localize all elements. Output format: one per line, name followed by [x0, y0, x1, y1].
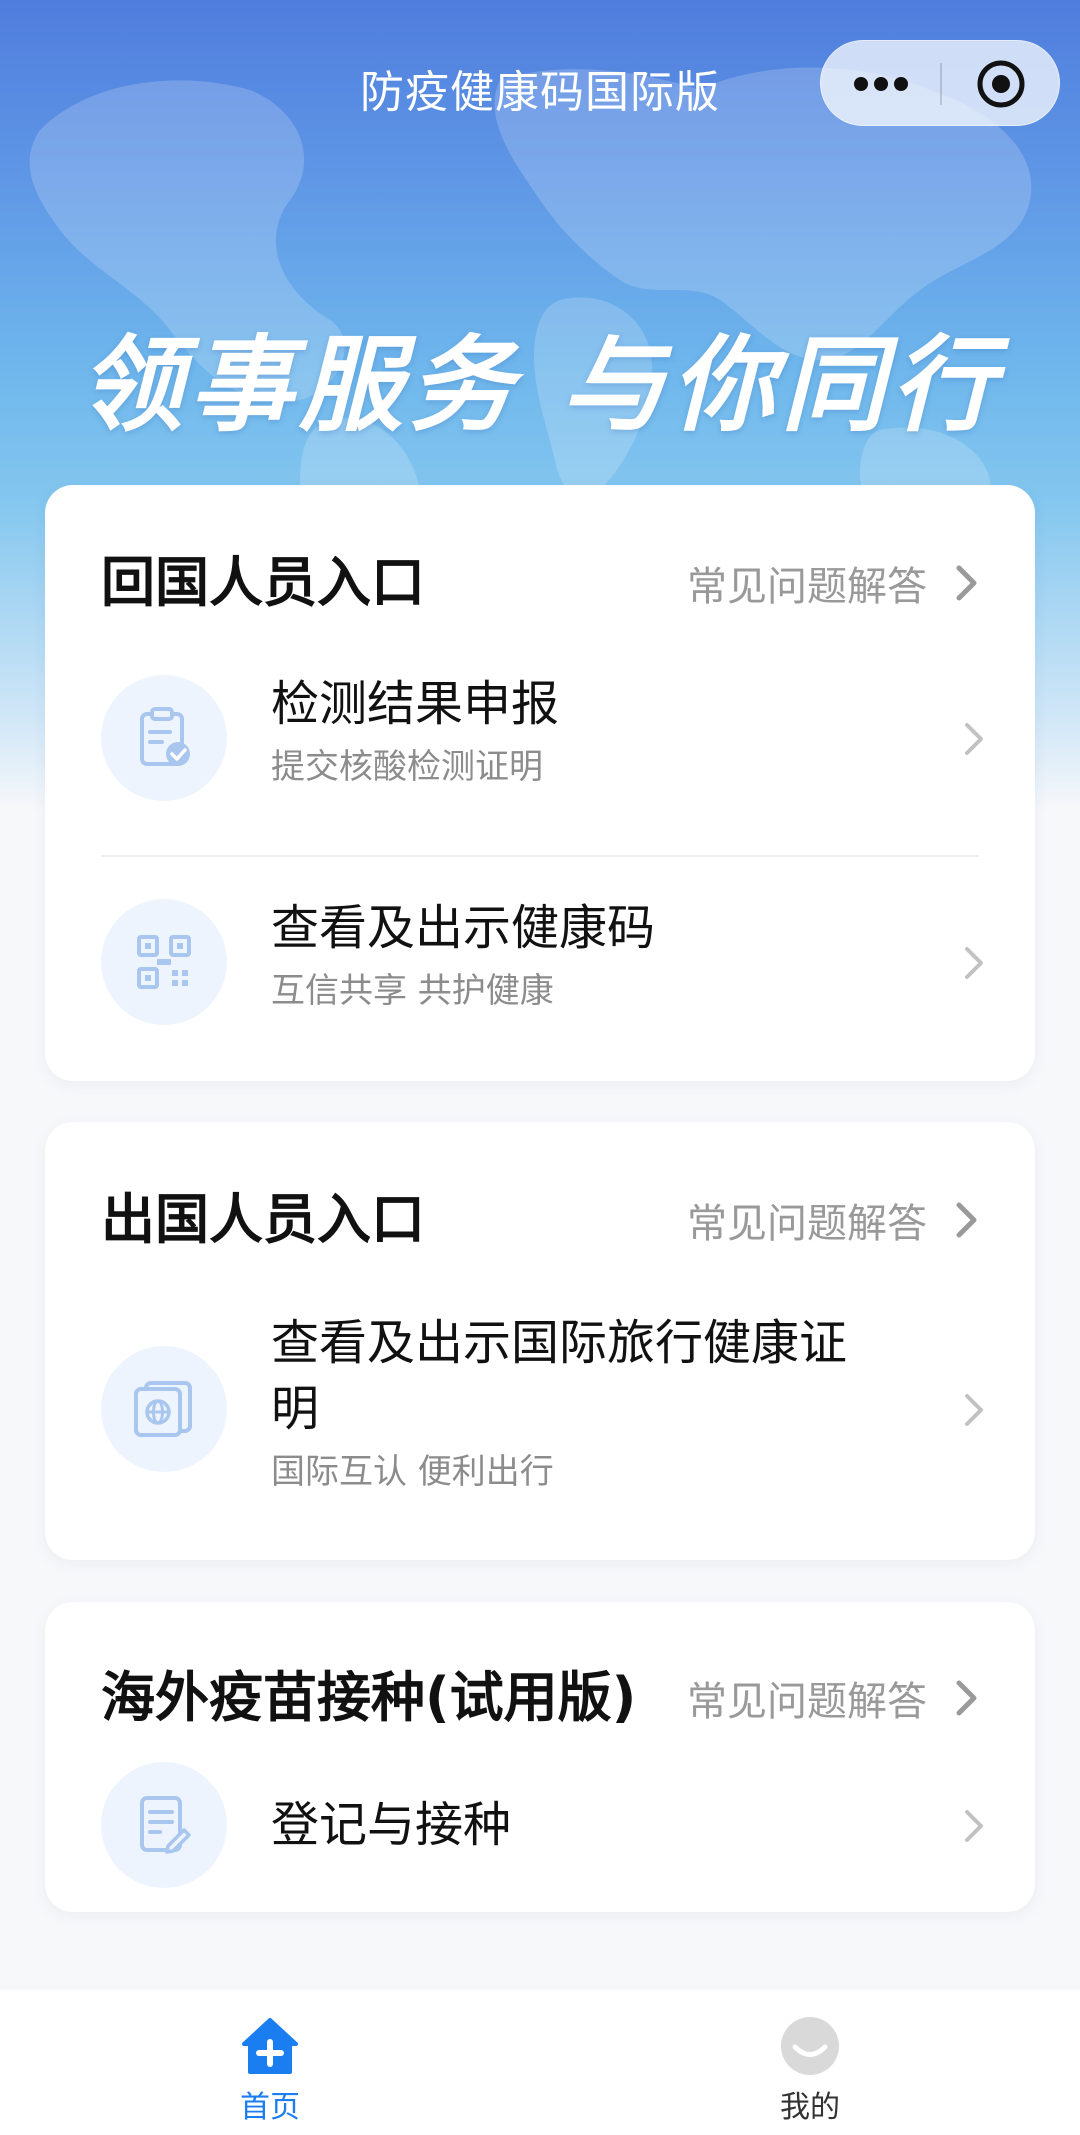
item-title: 登记与接种	[271, 1797, 512, 1853]
tab-label: 首页	[240, 2090, 300, 2125]
vaccination-card: 海外疫苗接种(试用版) 常见问题解答 登记与接种	[45, 1602, 1035, 1912]
tab-profile[interactable]: 我的	[540, 1990, 1080, 2135]
list-item-test-report[interactable]: 检测结果申报 提交核酸检测证明	[101, 673, 995, 803]
faq-label: 常见问题解答	[687, 1201, 927, 1247]
tab-home[interactable]: 首页	[0, 1990, 540, 2135]
list-item-register-vaccinate[interactable]: 登记与接种	[101, 1762, 995, 1892]
item-subtitle: 提交核酸检测证明	[271, 747, 543, 787]
chevron-right-icon	[965, 723, 983, 755]
chevron-right-icon	[956, 565, 977, 601]
qr-code-icon	[137, 935, 191, 989]
clipboard-check-icon	[140, 707, 190, 766]
section-title: 回国人员入口	[101, 551, 425, 614]
tab-bar: 首页 我的	[0, 1990, 1080, 2135]
icon-circle	[101, 675, 227, 801]
faq-link[interactable]: 常见问题解答	[687, 1180, 979, 1260]
icon-circle	[101, 899, 227, 1025]
close-miniapp-button[interactable]	[941, 41, 1061, 127]
passport-icon	[134, 1381, 192, 1437]
item-title: 查看及出示健康码	[271, 900, 656, 956]
item-title: 查看及出示国际旅行健康证 明	[271, 1312, 895, 1440]
register-doc-icon	[140, 1796, 191, 1854]
faq-link[interactable]: 常见问题解答	[687, 1658, 979, 1738]
home-icon	[242, 2018, 298, 2074]
list-item-health-code[interactable]: 查看及出示健康码 互信共享 共护健康	[101, 897, 995, 1027]
faq-link[interactable]: 常见问题解答	[687, 543, 979, 623]
list-item-travel-certificate[interactable]: 查看及出示国际旅行健康证 明 国际互认 便利出行	[101, 1312, 995, 1532]
return-entry-card: 回国人员入口 常见问题解答 检测结果申报 提交核酸检测证明 查看及出示健康码 互…	[45, 485, 1035, 1081]
more-dots-icon	[854, 77, 908, 91]
divider	[101, 855, 979, 857]
faq-label: 常见问题解答	[687, 1679, 927, 1725]
close-target-icon	[977, 60, 1025, 108]
chevron-right-icon	[956, 1202, 977, 1238]
tab-label: 我的	[780, 2090, 840, 2125]
profile-icon	[781, 2017, 839, 2075]
chevron-right-icon	[956, 1680, 977, 1716]
departure-entry-card: 出国人员入口 常见问题解答 查看及出示国际旅行健康证 明 国际互认 便利出行	[45, 1122, 1035, 1560]
item-title: 检测结果申报	[271, 676, 560, 732]
miniapp-capsule	[820, 40, 1060, 126]
chevron-right-icon	[965, 1394, 983, 1426]
icon-circle	[101, 1762, 227, 1888]
item-subtitle: 互信共享 共护健康	[271, 971, 554, 1011]
faq-label: 常见问题解答	[687, 564, 927, 610]
banner-slogan: 领事服务 与你同行	[78, 324, 1002, 446]
item-subtitle: 国际互认 便利出行	[271, 1452, 554, 1492]
section-title: 出国人员入口	[101, 1188, 425, 1251]
more-button[interactable]	[821, 41, 941, 127]
icon-circle	[101, 1346, 227, 1472]
chevron-right-icon	[965, 947, 983, 979]
chevron-right-icon	[965, 1810, 983, 1842]
item-title-line1: 查看及出示国际旅行健康证	[271, 1315, 848, 1371]
item-title-line2: 明	[271, 1381, 320, 1437]
section-title: 海外疫苗接种(试用版)	[101, 1666, 637, 1729]
